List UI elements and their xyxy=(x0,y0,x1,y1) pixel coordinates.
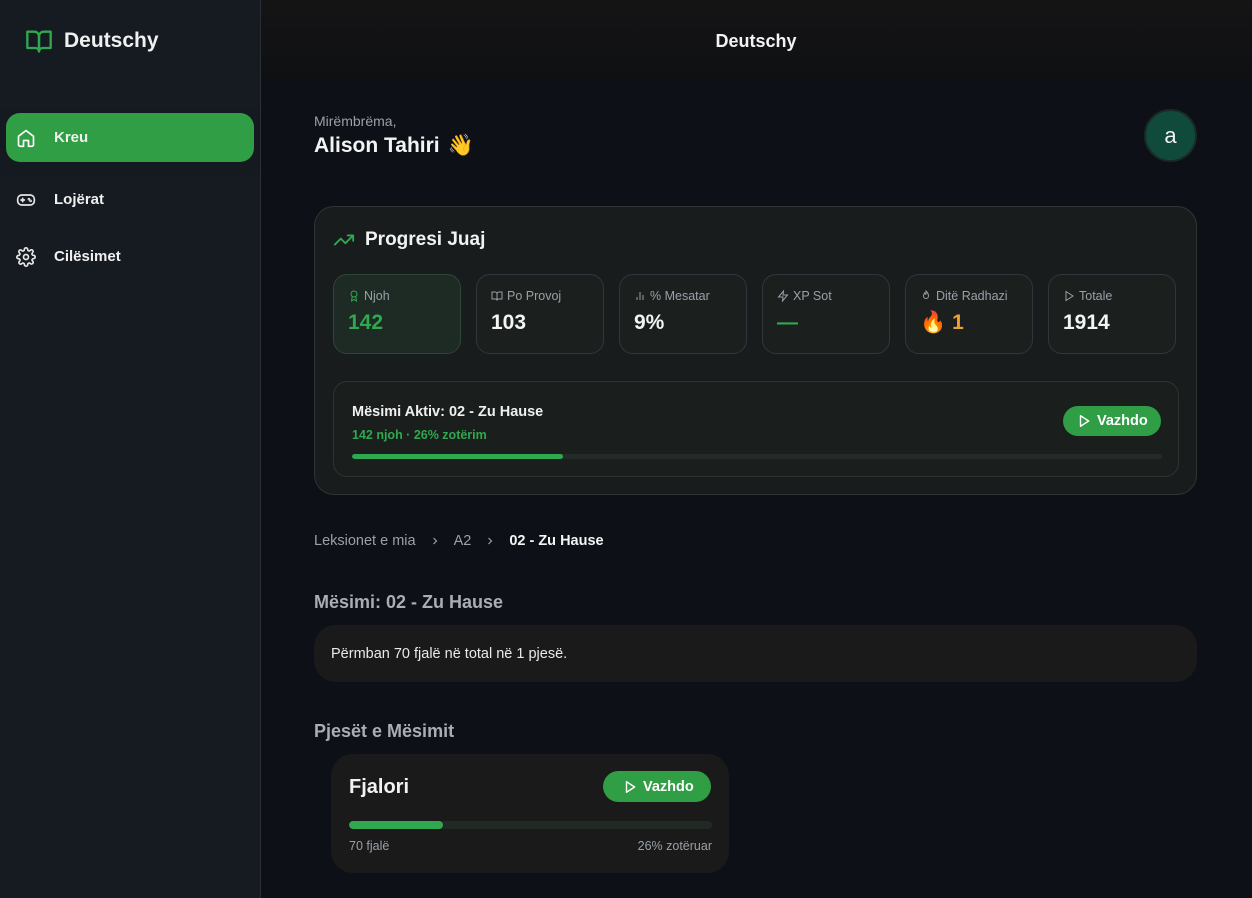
flame-icon xyxy=(920,290,932,302)
part-progress-bar xyxy=(349,821,712,829)
home-icon xyxy=(16,128,36,148)
user-name-text: Alison Tahiri xyxy=(314,134,440,157)
progress-card: Progresi Juaj Njoh 142 Po Provoj 103 % M… xyxy=(314,206,1197,495)
part-word-count: 70 fjalë xyxy=(349,839,390,853)
stat-label: XP Sot xyxy=(793,289,832,303)
stat-dite-radhazi: Ditë Radhazi 🔥 1 xyxy=(905,274,1033,354)
stat-value: 1914 xyxy=(1063,311,1110,334)
award-icon xyxy=(348,290,360,302)
active-lesson-subtitle: 142 njoh · 26% zotërim xyxy=(352,428,487,442)
part-mastery: 26% zotëruar xyxy=(637,839,712,853)
book-icon xyxy=(491,290,503,302)
active-lesson-progress-fill xyxy=(352,454,563,459)
stat-label: Ditë Radhazi xyxy=(936,289,1008,303)
stats-row: Njoh 142 Po Provoj 103 % Mesatar 9% XP S… xyxy=(333,274,1176,354)
stat-njoh: Njoh 142 xyxy=(333,274,461,354)
greeting-text: Mirëmbrëma, xyxy=(314,113,397,129)
waving-hand-emoji: 👋 xyxy=(447,134,474,157)
sidebar-item-label: Kreu xyxy=(54,129,89,146)
gear-icon xyxy=(16,246,36,267)
open-book-icon xyxy=(24,27,54,55)
chevron-right-icon xyxy=(484,535,496,547)
sidebar-item-cilesimet[interactable]: Cilësimet xyxy=(6,232,254,281)
part-continue-label: Vazhdo xyxy=(643,778,694,795)
zap-icon xyxy=(777,290,789,302)
stat-value: 142 xyxy=(348,311,384,334)
play-icon xyxy=(623,780,637,794)
stat-xp-sot: XP Sot — xyxy=(762,274,890,354)
stat-label: % Mesatar xyxy=(650,289,710,303)
fire-emoji: 🔥 xyxy=(920,311,947,334)
progress-card-title: Progresi Juaj xyxy=(365,229,486,250)
stat-value: 9% xyxy=(634,311,665,334)
breadcrumb-item-lessons[interactable]: Leksionet e mia xyxy=(314,533,416,549)
stat-value: 103 xyxy=(491,311,527,334)
stat-totale: Totale 1914 xyxy=(1048,274,1176,354)
sidebar-nav: Kreu Lojërat Cilësimet xyxy=(0,108,260,289)
sidebar: Deutschy Kreu Lojërat Cilësimet xyxy=(0,0,261,898)
lesson-description: Përmban 70 fjalë në total në 1 pjesë. xyxy=(314,625,1197,682)
sidebar-item-kreu[interactable]: Kreu xyxy=(6,113,254,162)
part-continue-button[interactable]: Vazhdo xyxy=(603,771,711,802)
part-title: Fjalori xyxy=(349,776,410,798)
user-name: Alison Tahiri 👋 xyxy=(314,134,474,158)
sidebar-item-label: Cilësimet xyxy=(54,248,121,265)
main-content: Mirëmbrëma, Alison Tahiri 👋 a Progresi J… xyxy=(261,82,1251,898)
stat-value: 🔥 1 xyxy=(920,311,1032,335)
stat-label: Totale xyxy=(1079,289,1113,303)
continue-button-label: Vazhdo xyxy=(1097,413,1148,429)
breadcrumb-item-level[interactable]: A2 xyxy=(454,533,472,549)
play-icon xyxy=(1063,290,1075,302)
active-lesson-box: Mësimi Aktiv: 02 - Zu Hause 142 njoh · 2… xyxy=(333,381,1179,477)
sidebar-item-label: Lojërat xyxy=(54,191,105,208)
stat-label: Po Provoj xyxy=(507,289,562,303)
stat-po-provoj: Po Provoj 103 xyxy=(476,274,604,354)
part-card-fjalori: Fjalori Vazhdo 70 fjalë 26% zotëruar xyxy=(331,754,729,873)
chevron-right-icon xyxy=(429,535,441,547)
breadcrumb-item-current: 02 - Zu Hause xyxy=(509,533,604,549)
sidebar-item-lojerat[interactable]: Lojërat xyxy=(6,175,254,224)
trending-up-icon xyxy=(333,229,355,251)
bar-chart-icon xyxy=(634,290,646,302)
brand[interactable]: Deutschy xyxy=(24,27,159,55)
parts-section-title: Pjesët e Mësimit xyxy=(314,721,455,741)
continue-button[interactable]: Vazhdo xyxy=(1063,406,1161,436)
active-lesson-progress-bar xyxy=(352,454,1162,459)
stat-value: — xyxy=(777,311,798,334)
part-progress-fill xyxy=(349,821,444,829)
top-bar: Deutschy xyxy=(261,0,1251,82)
gamepad-icon xyxy=(16,190,36,210)
stat-label: Njoh xyxy=(364,289,390,303)
streak-value: 1 xyxy=(952,311,964,334)
avatar[interactable]: a xyxy=(1144,109,1197,162)
breadcrumb: Leksionet e mia A2 02 - Zu Hause xyxy=(314,533,604,549)
brand-title: Deutschy xyxy=(64,29,159,52)
page-title: Deutschy xyxy=(715,30,797,51)
active-lesson-title: Mësimi Aktiv: 02 - Zu Hause xyxy=(352,404,544,420)
progress-card-header: Progresi Juaj xyxy=(333,229,485,251)
stat-mesatar: % Mesatar 9% xyxy=(619,274,747,354)
play-icon xyxy=(1077,414,1091,428)
lesson-title: Mësimi: 02 - Zu Hause xyxy=(314,592,504,612)
